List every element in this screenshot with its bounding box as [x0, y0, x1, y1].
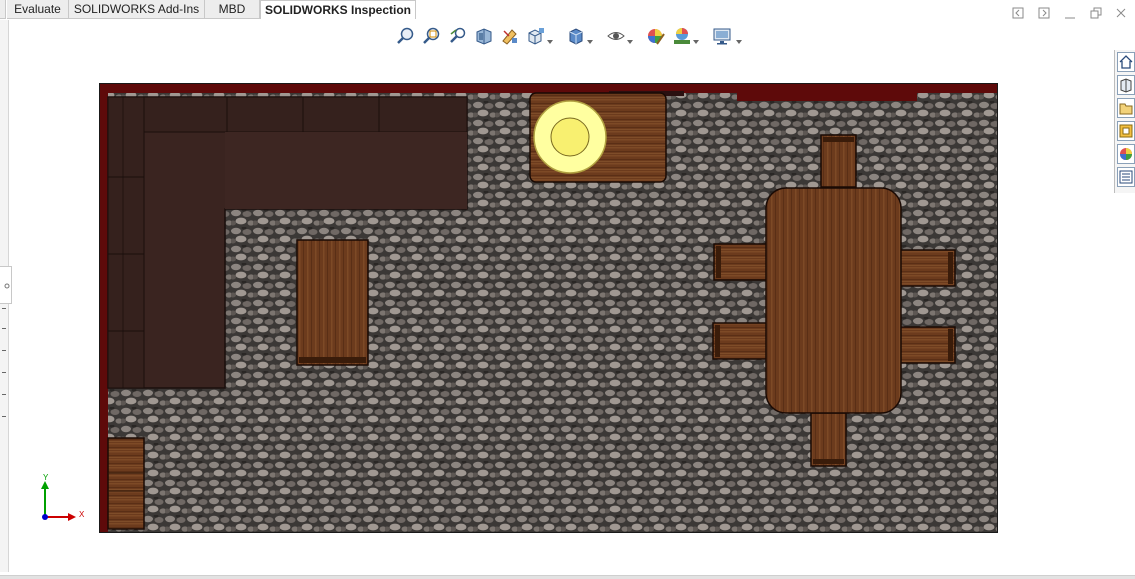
- triad-y-label: Y: [43, 473, 49, 482]
- custom-properties-icon[interactable]: [1117, 167, 1135, 187]
- left-wall: [99, 83, 108, 533]
- coffee-table: [296, 239, 369, 366]
- view-orientation-icon[interactable]: [526, 26, 546, 46]
- panel-expand-handle[interactable]: [0, 266, 12, 304]
- display-style-icon[interactable]: [566, 26, 586, 46]
- restore-icon[interactable]: [1089, 6, 1103, 20]
- zoom-to-fit-icon[interactable]: [396, 26, 416, 46]
- floor-plan-model: [99, 83, 998, 533]
- restore-right-icon[interactable]: [1037, 6, 1051, 20]
- apply-scene-icon[interactable]: [672, 26, 692, 46]
- section-view-icon[interactable]: [474, 26, 494, 46]
- window-sill: [737, 91, 917, 101]
- design-library-icon[interactable]: [1117, 75, 1135, 95]
- status-bar-edge: [0, 575, 1135, 579]
- tab-solidworks-inspection[interactable]: SOLIDWORKS Inspection: [260, 0, 416, 19]
- side-table-with-lamp: [529, 92, 667, 183]
- restore-left-icon[interactable]: [1011, 6, 1025, 20]
- home-icon[interactable]: [1117, 52, 1135, 72]
- triad-x-label: X: [79, 510, 85, 519]
- hide-show-items-icon[interactable]: [606, 26, 626, 46]
- side-cabinet: [107, 437, 145, 530]
- view-palette-icon[interactable]: [1117, 121, 1135, 141]
- tab-mbd[interactable]: MBD: [205, 0, 260, 19]
- display-style-dropdown-icon[interactable]: [587, 32, 593, 44]
- tab-evaluate[interactable]: Evaluate: [7, 0, 69, 19]
- command-manager-tabs: Evaluate SOLIDWORKS Add-Ins MBD SOLIDWOR…: [0, 0, 1135, 20]
- appearances-icon[interactable]: [1117, 144, 1135, 164]
- apply-scene-dropdown-icon[interactable]: [693, 32, 699, 44]
- file-explorer-icon[interactable]: [1117, 98, 1135, 118]
- minimize-icon[interactable]: [1063, 6, 1077, 20]
- graphics-area[interactable]: [99, 83, 998, 533]
- tab-partial[interactable]: [0, 0, 6, 19]
- edit-appearance-icon[interactable]: [646, 26, 666, 46]
- task-pane: [1114, 50, 1135, 193]
- view-settings-dropdown-icon[interactable]: [736, 32, 742, 44]
- tab-solidworks-add-ins[interactable]: SOLIDWORKS Add-Ins: [69, 0, 205, 19]
- close-icon[interactable]: [1114, 6, 1128, 20]
- zoom-to-area-icon[interactable]: [422, 26, 442, 46]
- reference-triad: Y X: [34, 473, 94, 529]
- view-orientation-dropdown-icon[interactable]: [547, 32, 553, 44]
- view-settings-icon[interactable]: [712, 26, 732, 46]
- dynamic-annotation-icon[interactable]: [500, 26, 520, 46]
- hide-show-dropdown-icon[interactable]: [627, 32, 633, 44]
- previous-view-icon[interactable]: [448, 26, 468, 46]
